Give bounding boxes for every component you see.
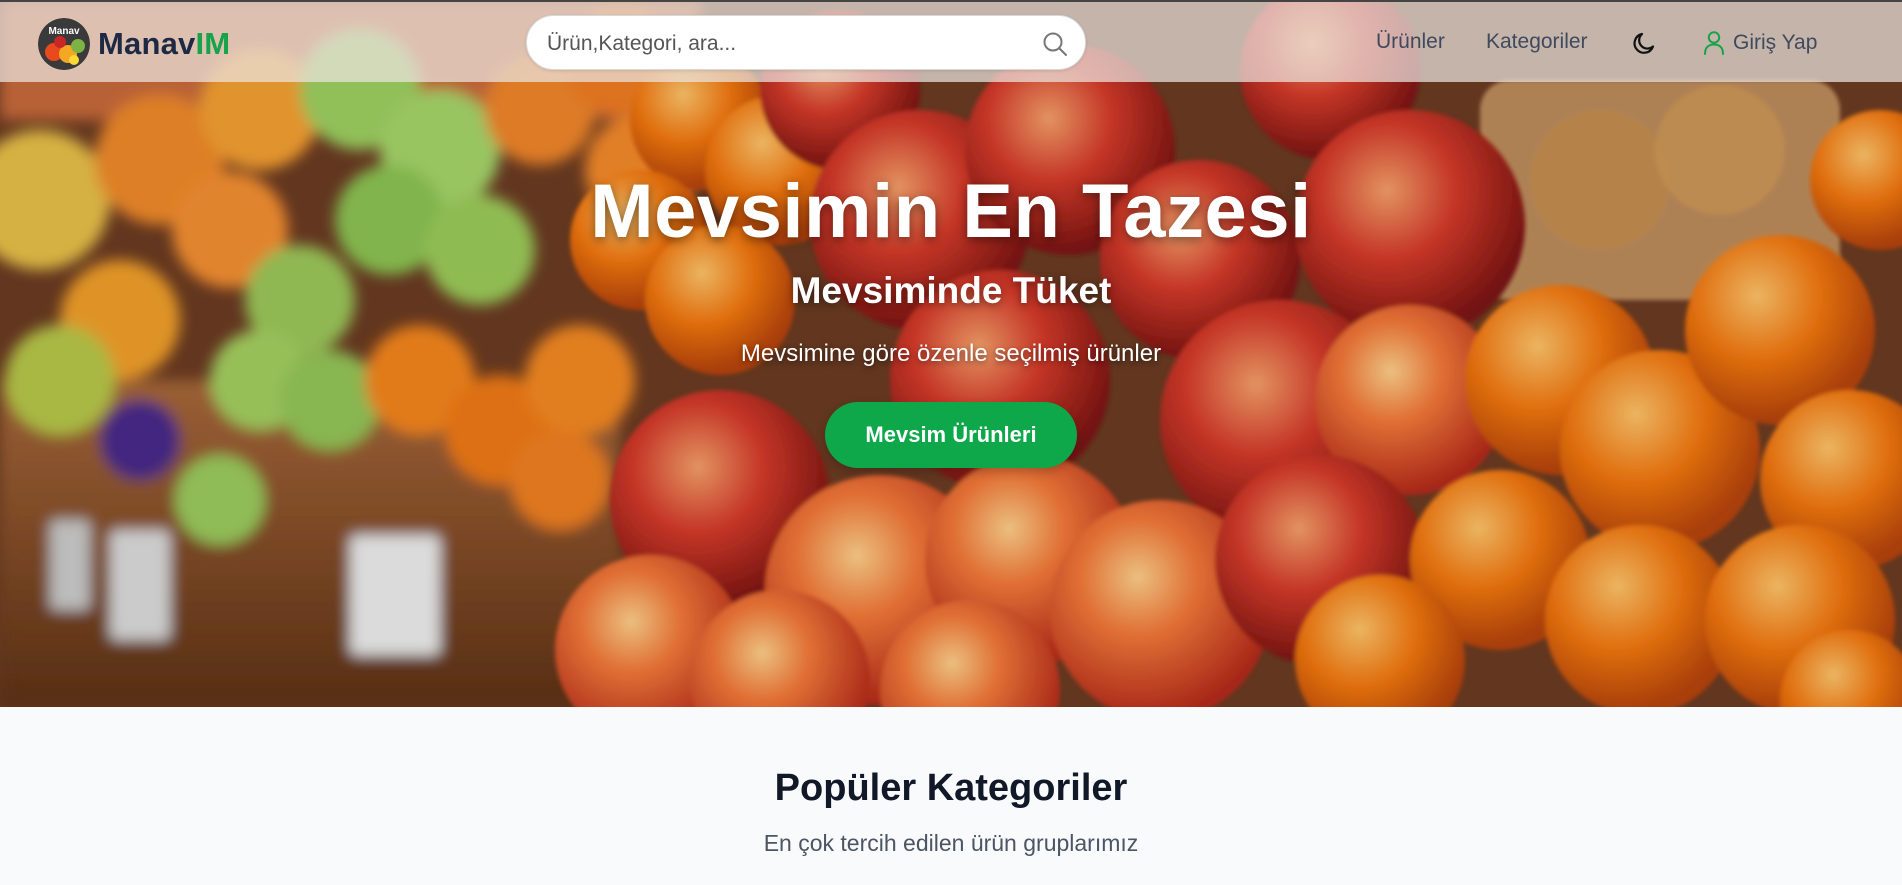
login-button[interactable]: Giriş Yap [1703,30,1817,56]
popular-categories-section: Popüler Kategoriler En çok tercih edilen… [0,707,1902,885]
hero-title: Mevsimin En Tazesi [590,169,1312,254]
nav-link-products[interactable]: Ürünler [1376,30,1445,54]
brand-name-part2: IM [195,26,231,61]
navbar: Manav ManavIM Ürünler Kategoriler Giriş … [0,0,1902,82]
hero-description: Mevsimine göre özenle seçilmiş ürünler [740,339,1162,367]
brand-name-part1: Manav [98,26,196,61]
nav-link-categories[interactable]: Kategoriler [1486,30,1588,54]
search-bar [526,15,1086,71]
seasonal-products-button[interactable]: Mevsim Ürünleri [825,401,1077,468]
login-label: Giriş Yap [1733,31,1818,54]
svg-text:Manav: Manav [48,26,80,37]
hero-subtitle: Mevsiminde Tüket [790,269,1112,311]
search-input[interactable] [547,16,1017,71]
search-icon[interactable] [1041,30,1069,58]
user-icon [1704,31,1724,55]
brand-home-link[interactable]: Manav ManavIM [38,18,230,70]
section-title: Popüler Kategoriler [774,767,1128,809]
brand-name: ManavIM [98,26,230,62]
hero-content: Mevsimin En Tazesi Mevsiminde Tüket Mevs… [0,170,1902,468]
hero-banner: Mevsimin En Tazesi Mevsiminde Tüket Mevs… [0,0,1902,707]
section-subtitle: En çok tercih edilen ürün gruplarımız [763,830,1139,856]
logo-icon: Manav [38,18,90,70]
moon-icon[interactable] [1631,29,1659,57]
